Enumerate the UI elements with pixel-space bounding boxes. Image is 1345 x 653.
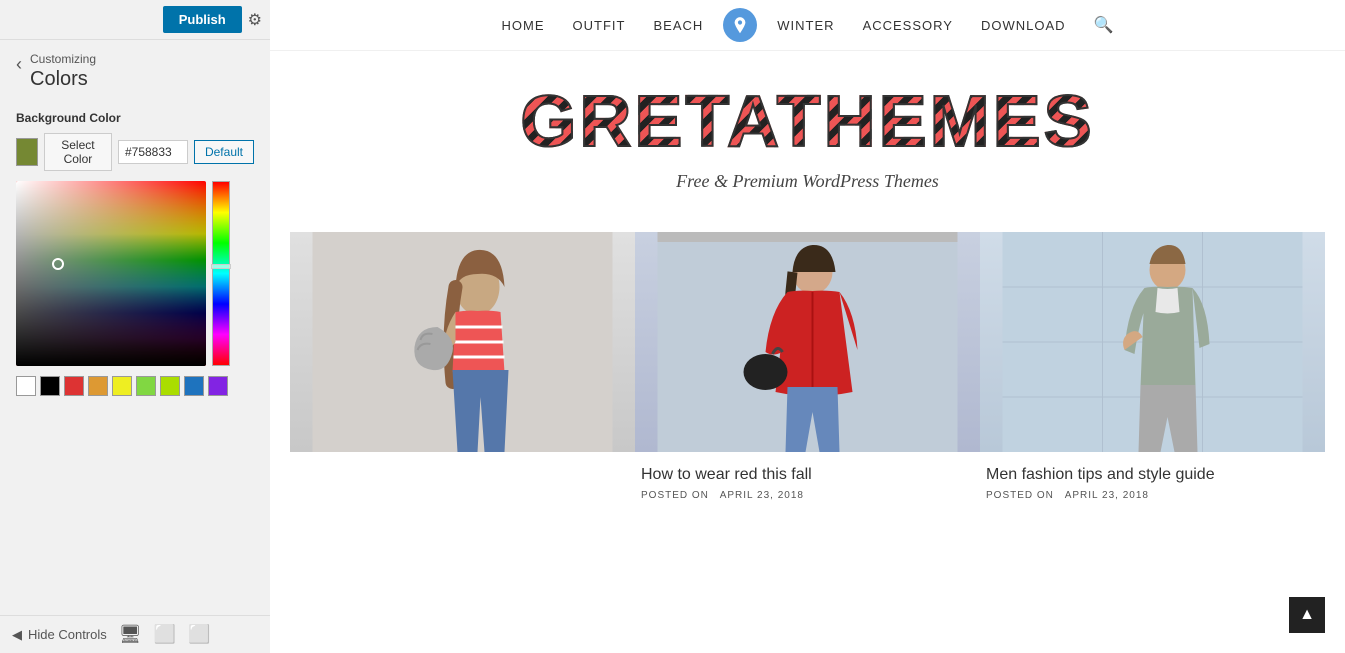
card-3-date: APRIL 23, 2018 — [1065, 490, 1149, 501]
swatch-orange[interactable] — [88, 376, 108, 396]
breadcrumb-area: ‹ Customizing Colors — [0, 40, 270, 99]
nav-accessory[interactable]: ACCESSORY — [863, 18, 953, 33]
site-tagline: Free & Premium WordPress Themes — [290, 171, 1325, 192]
breadcrumb-parent: Customizing — [30, 52, 96, 66]
color-gradient[interactable] — [16, 181, 206, 366]
color-swatch[interactable] — [16, 138, 38, 166]
hero-section: GRETATHEMES Free & Premium WordPress The… — [270, 51, 1345, 212]
hue-slider-wrap — [212, 181, 230, 366]
hide-controls-label: Hide Controls — [28, 627, 107, 642]
card-3-title: Men fashion tips and style guide — [986, 466, 1319, 484]
card-3-image — [980, 232, 1325, 452]
select-color-button[interactable]: Select Color — [44, 133, 112, 171]
page-title: Colors — [30, 68, 96, 91]
left-panel: Publish ⚙ ‹ Customizing Colors Backgroun… — [0, 0, 270, 653]
brand-title: GRETATHEMES — [520, 81, 1094, 163]
mobile-view-button[interactable]: ⬜ — [188, 624, 210, 645]
hue-thumb — [211, 264, 231, 269]
desktop-view-button[interactable]: 🖥 — [119, 624, 142, 645]
swatch-blue[interactable] — [184, 376, 204, 396]
bg-color-label: Background Color — [16, 111, 254, 125]
right-panel: HOME OUTFIT BEACH WINTER ACCESSORY DOWNL… — [270, 0, 1345, 653]
swatch-light-green[interactable] — [136, 376, 156, 396]
nav-beach[interactable]: BEACH — [653, 18, 703, 33]
hue-slider[interactable] — [212, 181, 230, 366]
card-2-title: How to wear red this fall — [641, 466, 974, 484]
nav-winter[interactable]: WINTER — [777, 18, 834, 33]
tablet-view-button[interactable]: ⬜ — [154, 624, 176, 645]
nav-items-left: HOME OUTFIT BEACH — [502, 18, 704, 33]
brand-title-wrap: GRETATHEMES — [520, 81, 1094, 163]
color-picker-area — [16, 181, 254, 366]
nav-items-right: WINTER ACCESSORY DOWNLOAD 🔍 — [777, 15, 1113, 35]
color-controls: Select Color Default — [16, 133, 254, 171]
card-2-posted-label: POSTED ON — [641, 490, 709, 501]
scroll-top-button[interactable]: ▲ — [1289, 597, 1325, 633]
hex-input[interactable] — [118, 140, 188, 164]
swatch-red[interactable] — [64, 376, 84, 396]
search-icon[interactable]: 🔍 — [1094, 15, 1114, 35]
swatches-row — [16, 376, 254, 396]
settings-icon-button[interactable]: ⚙ — [248, 10, 262, 30]
breadcrumb-titles: Customizing Colors — [30, 52, 96, 91]
nav-outfit[interactable]: OUTFIT — [573, 18, 626, 33]
site-logo[interactable] — [723, 8, 757, 42]
card-3-posted-label: POSTED ON — [986, 490, 1054, 501]
bottom-controls: ◀ Hide Controls 🖥 ⬜ ⬜ — [0, 615, 270, 653]
card-2-body: How to wear red this fall POSTED ON APRI… — [635, 452, 980, 511]
swatch-yellow-green[interactable] — [160, 376, 180, 396]
top-bar: Publish ⚙ — [0, 0, 270, 40]
publish-button[interactable]: Publish — [163, 6, 242, 33]
nav-home[interactable]: HOME — [502, 18, 545, 33]
card-3-meta: POSTED ON APRIL 23, 2018 — [986, 490, 1319, 501]
swatch-white[interactable] — [16, 376, 36, 396]
back-button[interactable]: ‹ — [16, 52, 22, 75]
card-2: How to wear red this fall POSTED ON APRI… — [635, 232, 980, 511]
cards-grid: How to wear red this fall POSTED ON APRI… — [290, 232, 1325, 511]
card-2-date: APRIL 23, 2018 — [720, 490, 804, 501]
card-2-image — [635, 232, 980, 452]
card-3: Men fashion tips and style guide POSTED … — [980, 232, 1325, 511]
nav-download[interactable]: DOWNLOAD — [981, 18, 1066, 33]
hide-controls-icon: ◀ — [12, 627, 22, 643]
swatch-purple[interactable] — [208, 376, 228, 396]
hide-controls-button[interactable]: ◀ Hide Controls — [12, 627, 107, 643]
swatch-yellow[interactable] — [112, 376, 132, 396]
swatch-black[interactable] — [40, 376, 60, 396]
default-button[interactable]: Default — [194, 140, 254, 164]
card-1 — [290, 232, 635, 511]
card-1-image — [290, 232, 635, 452]
card-2-meta: POSTED ON APRIL 23, 2018 — [641, 490, 974, 501]
card-3-body: Men fashion tips and style guide POSTED … — [980, 452, 1325, 511]
site-nav: HOME OUTFIT BEACH WINTER ACCESSORY DOWNL… — [270, 0, 1345, 51]
color-panel: Background Color Select Color Default — [0, 99, 270, 615]
